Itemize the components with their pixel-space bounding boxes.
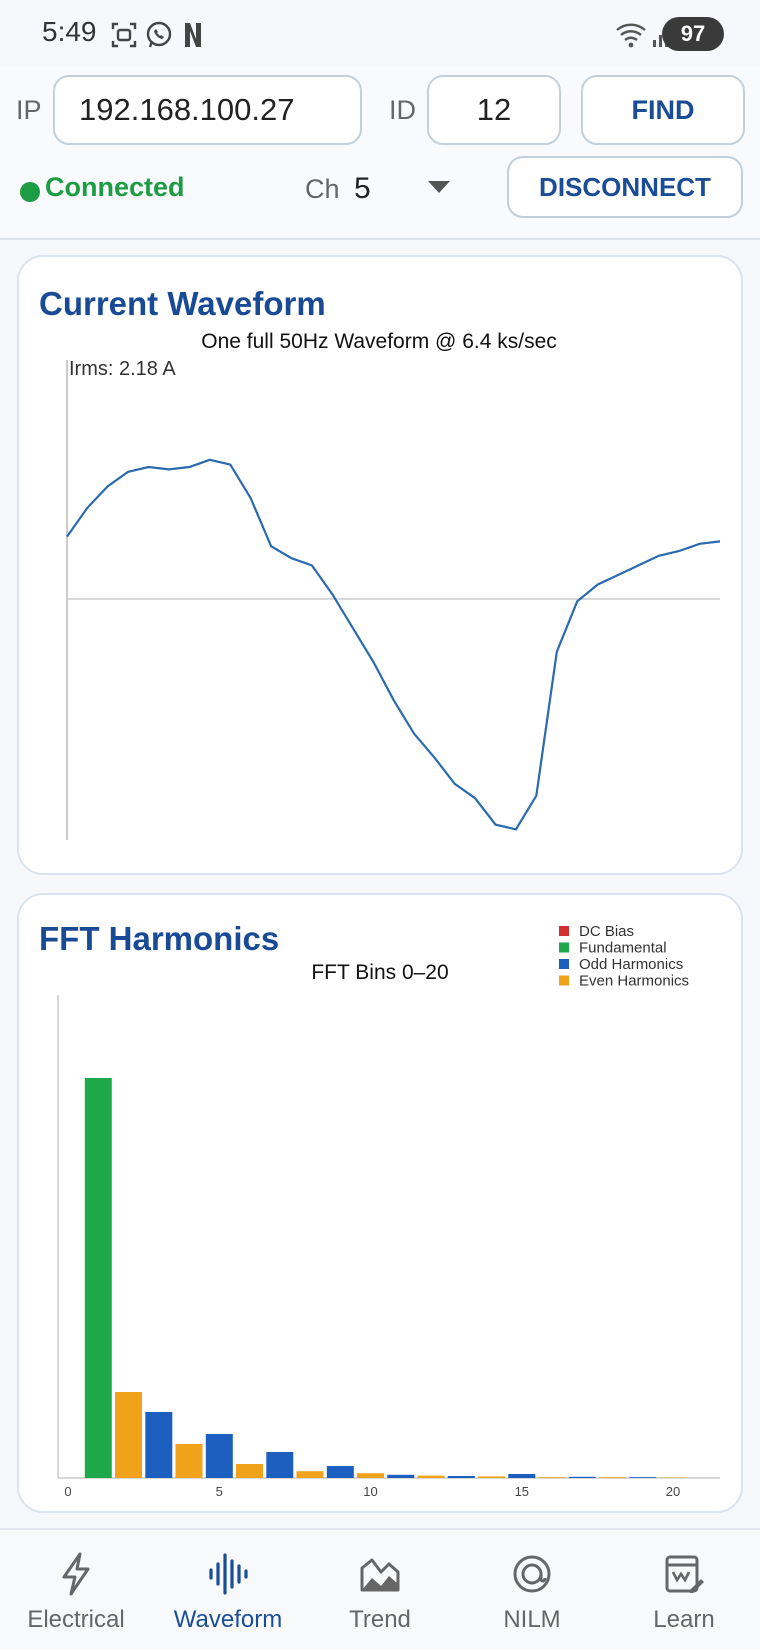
legend-label-dc: DC Bias (579, 923, 634, 940)
fft-chart: FFT Bins 0–20 0 5 10 15 20 DC BiasFundamenta… (17, 893, 743, 1513)
nav-trend[interactable]: Trend (304, 1530, 456, 1649)
fft-bar-bin-5 (206, 1434, 233, 1478)
id-input[interactable]: 12 (427, 75, 561, 145)
channel-value: 5 (354, 172, 371, 206)
channel-label: Ch (305, 174, 340, 205)
fft-x-tick-label: 15 (515, 1484, 529, 1499)
waveform-chart-title: One full 50Hz Waveform @ 6.4 ks/sec (201, 330, 557, 353)
status-bar: 5:49 97 (0, 0, 760, 66)
nav-electrical-label: Electrical (0, 1606, 152, 1634)
legend-label-fundamental: Fundamental (579, 940, 667, 957)
fft-x-tick-label: 0 (64, 1484, 71, 1499)
whatsapp-icon (144, 20, 174, 50)
fft-bar-bin-18 (599, 1477, 626, 1478)
trend-icon (360, 1552, 400, 1596)
bottom-nav: Electrical Waveform Trend NILM (0, 1528, 760, 1649)
learn-icon (664, 1552, 704, 1596)
fft-bar-bin-8 (297, 1471, 324, 1478)
irms-annotation: Irms: 2.18 A (69, 358, 176, 380)
id-input-value: 12 (429, 92, 559, 128)
netflix-icon (182, 20, 204, 50)
fft-bar-bin-3 (145, 1412, 172, 1478)
connection-status: Connected (45, 172, 185, 203)
disconnect-button[interactable]: DISCONNECT (507, 156, 743, 218)
fft-bar-bin-14 (478, 1476, 505, 1478)
ip-label: IP (16, 95, 42, 126)
nav-waveform-label: Waveform (152, 1606, 304, 1634)
status-time: 5:49 (42, 16, 97, 48)
legend-swatch-even (559, 976, 569, 986)
find-button[interactable]: FIND (581, 75, 745, 145)
waveform-icon (208, 1552, 248, 1596)
lightning-icon (56, 1552, 96, 1596)
fft-bar-bin-17 (569, 1477, 596, 1478)
fft-bar-bin-4 (176, 1444, 203, 1478)
id-label: ID (389, 95, 416, 126)
legend-label-even: Even Harmonics (579, 973, 689, 990)
ip-input-value: 192.168.100.27 (79, 92, 295, 128)
fft-bar-bin-10 (357, 1473, 384, 1478)
fft-bar-bin-2 (115, 1392, 142, 1478)
waveform-chart: One full 50Hz Waveform @ 6.4 ks/sec Irms… (17, 255, 743, 875)
fft-x-tick-label: 20 (666, 1484, 680, 1499)
legend-swatch-dc (559, 926, 569, 936)
fft-bar-bin-11 (387, 1475, 414, 1478)
fft-bar-bin-7 (266, 1452, 293, 1478)
legend-swatch-odd (559, 959, 569, 969)
nav-nilm[interactable]: NILM (456, 1530, 608, 1649)
nav-nilm-label: NILM (456, 1606, 608, 1634)
fft-x-tick-label: 10 (363, 1484, 377, 1499)
wifi-icon (614, 20, 648, 50)
chevron-down-icon (428, 181, 450, 193)
channel-select[interactable]: 5 (350, 160, 460, 214)
connected-status-dot (20, 182, 40, 202)
waveform-series-line (67, 460, 720, 830)
fft-bar-bin-9 (327, 1466, 354, 1478)
nav-waveform[interactable]: Waveform (152, 1530, 304, 1649)
fft-bar-bin-19 (629, 1477, 656, 1478)
ip-input[interactable]: 192.168.100.27 (53, 75, 362, 145)
fft-bar-bin-6 (236, 1464, 263, 1478)
fft-x-tick-label: 5 (216, 1484, 223, 1499)
legend-swatch-fundamental (559, 943, 569, 953)
screenshot-icon (110, 20, 138, 50)
target-icon (512, 1552, 552, 1596)
fft-bar-bin-15 (508, 1474, 535, 1478)
legend-label-odd: Odd Harmonics (579, 956, 683, 973)
fft-bar-bin-13 (448, 1476, 475, 1478)
nav-electrical[interactable]: Electrical (0, 1530, 152, 1649)
nav-learn-label: Learn (608, 1606, 760, 1634)
fft-bar-bin-12 (418, 1476, 445, 1478)
fft-bar-bin-1 (85, 1078, 112, 1478)
nav-trend-label: Trend (304, 1606, 456, 1634)
battery-indicator: 97 (662, 17, 724, 51)
nav-learn[interactable]: Learn (608, 1530, 760, 1649)
fft-chart-title: FFT Bins 0–20 (311, 961, 448, 984)
fft-bar-bin-16 (539, 1477, 566, 1478)
